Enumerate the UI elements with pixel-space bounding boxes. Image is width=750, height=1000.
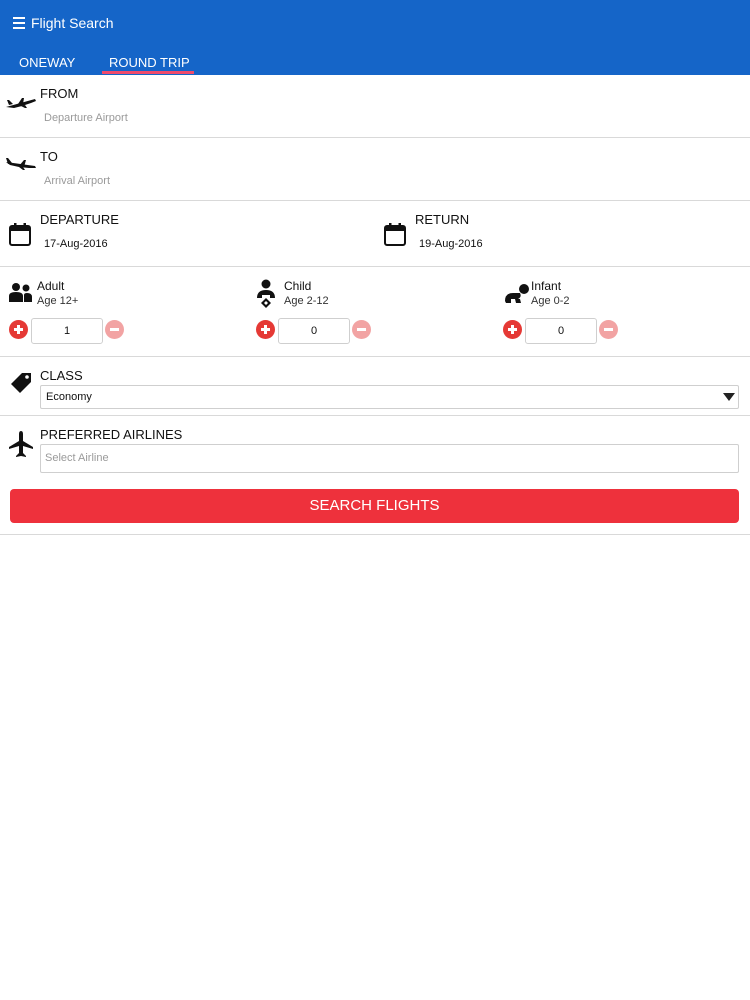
infant-increment-button[interactable]: [503, 320, 522, 339]
adult-increment-button[interactable]: [9, 320, 28, 339]
infant-count-field[interactable]: 0: [525, 318, 597, 344]
adult-icon: [9, 283, 32, 302]
departure-date[interactable]: 17-Aug-2016: [44, 238, 108, 250]
hamburger-menu-icon[interactable]: [13, 17, 25, 29]
adult-count-field[interactable]: 1: [31, 318, 103, 344]
infant-label: Infant: [531, 279, 562, 293]
dates-row: DEPARTURE 17-Aug-2016 RETURN 19-Aug-2016: [0, 201, 750, 267]
class-selected-value: Economy: [46, 391, 92, 403]
return-label: RETURN: [415, 212, 470, 227]
return-date[interactable]: 19-Aug-2016: [419, 238, 483, 250]
child-age: Age 2-12: [284, 295, 329, 307]
adult-label: Adult: [37, 279, 65, 293]
airline-select-input[interactable]: Select Airline: [40, 444, 739, 473]
app-title: Flight Search: [31, 15, 114, 31]
infant-decrement-button[interactable]: [599, 320, 618, 339]
adult-decrement-button[interactable]: [105, 320, 124, 339]
from-row[interactable]: FROM Departure Airport: [0, 75, 750, 138]
arrival-airport-input[interactable]: Arrival Airport: [44, 175, 110, 187]
dropdown-arrow-icon: [723, 393, 735, 401]
calendar-icon: [9, 223, 31, 246]
passengers-row: Adult Age 12+ 1 Child Age 2-12 0 Infant …: [0, 267, 750, 357]
preferred-airlines-label: PREFERRED AIRLINES: [40, 427, 183, 442]
infant-age: Age 0-2: [531, 295, 570, 307]
child-increment-button[interactable]: [256, 320, 275, 339]
child-count-field[interactable]: 0: [278, 318, 350, 344]
airplane-icon: [9, 431, 33, 457]
search-flights-button[interactable]: SEARCH FLIGHTS: [10, 489, 739, 523]
child-icon: [257, 279, 275, 308]
child-label: Child: [284, 279, 312, 293]
child-decrement-button[interactable]: [352, 320, 371, 339]
tag-icon: [11, 373, 31, 393]
from-label: FROM: [40, 86, 79, 101]
divider: [0, 534, 750, 535]
departure-label: DEPARTURE: [40, 212, 119, 227]
class-label: CLASS: [40, 368, 83, 383]
to-label: TO: [40, 149, 58, 164]
tab-oneway[interactable]: ONEWAY: [19, 55, 75, 70]
active-tab-indicator: [102, 71, 194, 74]
app-bar: Flight Search ONEWAY ROUND TRIP: [0, 0, 750, 75]
calendar-icon: [384, 223, 406, 246]
adult-age: Age 12+: [37, 295, 79, 307]
plane-arrival-icon: [6, 158, 36, 170]
class-select[interactable]: Economy: [40, 385, 739, 409]
tab-round-trip[interactable]: ROUND TRIP: [109, 55, 190, 70]
departure-airport-input[interactable]: Departure Airport: [44, 112, 128, 124]
plane-departure-icon: [6, 98, 36, 108]
to-row[interactable]: TO Arrival Airport: [0, 138, 750, 201]
infant-icon: [505, 284, 529, 303]
